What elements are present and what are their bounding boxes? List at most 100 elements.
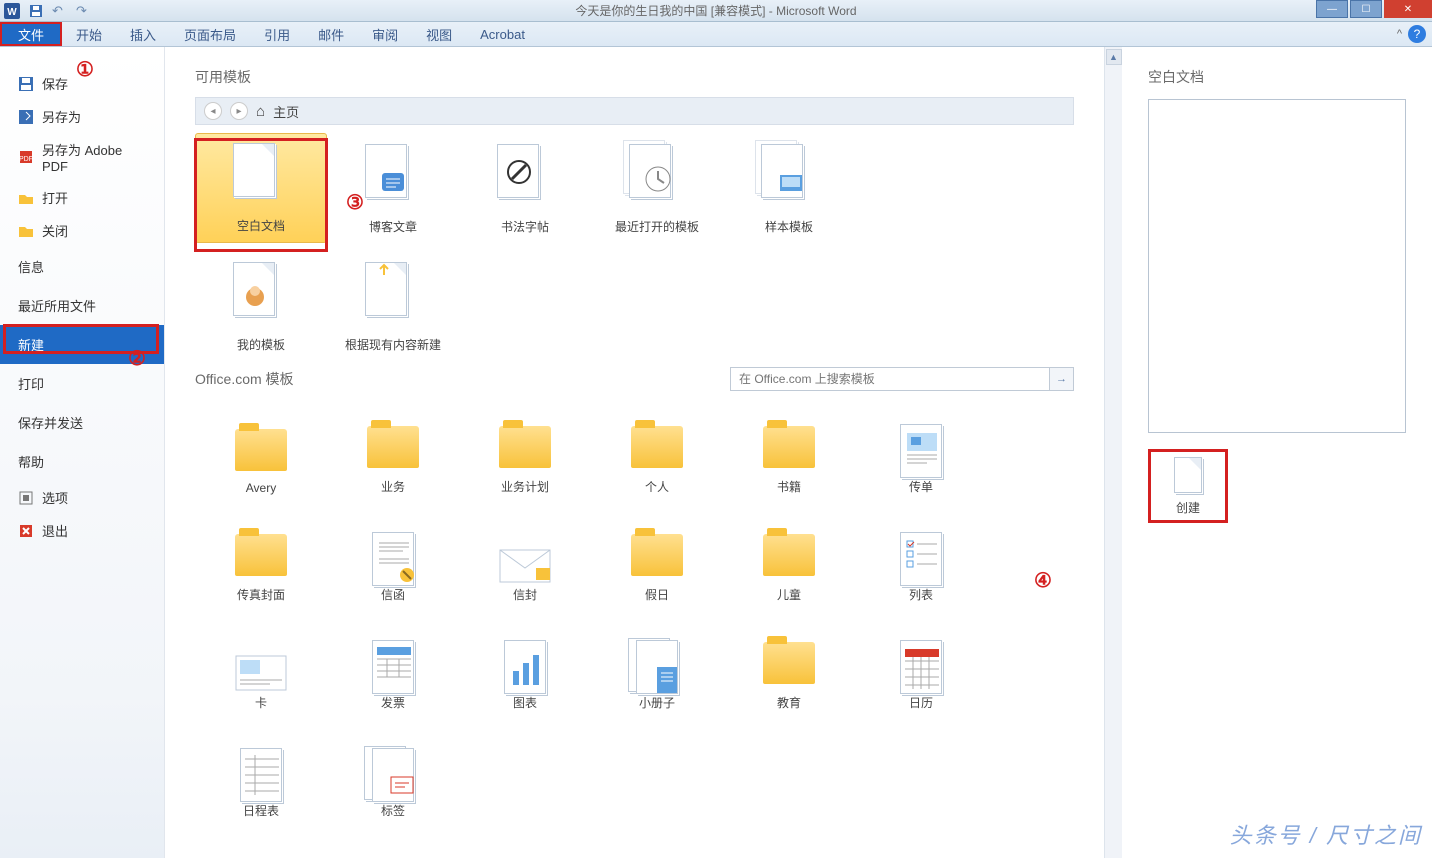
- tab-layout[interactable]: 页面布局: [170, 22, 250, 46]
- office-template-9[interactable]: 假日: [591, 503, 723, 611]
- backstage-sidebar: 保存 另存为 PDF另存为 Adobe PDF 打开 关闭 信息 最近所用文件 …: [0, 47, 165, 858]
- sidebar-label: 保存并发送: [18, 413, 83, 432]
- home-icon[interactable]: ⌂: [256, 103, 265, 120]
- office-template-12[interactable]: 卡: [195, 611, 327, 719]
- office-heading: Office.com 模板: [195, 369, 294, 389]
- tab-references[interactable]: 引用: [250, 22, 304, 46]
- ribbon-collapse-icon[interactable]: ^: [1397, 28, 1402, 40]
- search-go-button[interactable]: →: [1050, 367, 1074, 391]
- office-template-3[interactable]: 个人: [591, 395, 723, 503]
- office-template-19[interactable]: 标签: [327, 719, 459, 827]
- sidebar-label: 退出: [42, 521, 68, 540]
- office-template-10[interactable]: 儿童: [723, 503, 855, 611]
- sidebar-label: 保存: [42, 74, 68, 93]
- sidebar-info[interactable]: 信息: [0, 247, 164, 286]
- help-icon[interactable]: ?: [1408, 25, 1426, 43]
- office-template-0[interactable]: Avery: [195, 395, 327, 503]
- folder-icon: [235, 429, 287, 481]
- sidebar-exit[interactable]: 退出: [0, 514, 164, 547]
- template-blank[interactable]: 空白文档: [195, 133, 327, 243]
- template-blog[interactable]: 博客文章: [327, 133, 459, 243]
- office-templates-grid: Avery业务业务计划个人 书籍 传单传真封面 信函信封 假日儿童 列表卡 发票图表 小册子教…: [195, 395, 1074, 827]
- save-icon[interactable]: [28, 3, 44, 19]
- office-template-15[interactable]: 小册子: [591, 611, 723, 719]
- template-sample[interactable]: 样本模板: [723, 133, 855, 243]
- calendar-icon: [900, 640, 942, 694]
- sidebar-options[interactable]: 选项: [0, 481, 164, 514]
- chart-icon: [504, 640, 546, 694]
- tab-view[interactable]: 视图: [412, 22, 466, 46]
- sidebar-label: 另存为: [42, 107, 81, 126]
- search-input[interactable]: [730, 367, 1050, 391]
- word-icon: W: [4, 3, 20, 19]
- template-recent[interactable]: 最近打开的模板: [591, 133, 723, 243]
- nav-forward-button[interactable]: ▸: [230, 102, 248, 120]
- office-template-13[interactable]: 发票: [327, 611, 459, 719]
- template-label: 图表: [513, 694, 537, 711]
- blank-icon: [233, 143, 289, 207]
- schedule-icon: [240, 748, 282, 802]
- nav-back-button[interactable]: ◂: [204, 102, 222, 120]
- close-button[interactable]: ✕: [1384, 0, 1432, 18]
- office-template-8[interactable]: 信封: [459, 503, 591, 611]
- undo-icon[interactable]: ↶: [52, 3, 68, 19]
- sidebar-savesend[interactable]: 保存并发送: [0, 403, 164, 442]
- template-label: 根据现有内容新建: [345, 336, 441, 353]
- open-icon: [18, 190, 34, 206]
- office-template-7[interactable]: 信函: [327, 503, 459, 611]
- create-button[interactable]: 创建: [1148, 449, 1228, 523]
- pdf-icon: PDF: [18, 149, 34, 165]
- options-icon: [18, 490, 34, 506]
- scrollbar[interactable]: ▲: [1104, 47, 1122, 858]
- template-label: 个人: [645, 478, 669, 495]
- office-template-2[interactable]: 业务计划: [459, 395, 591, 503]
- sidebar-help[interactable]: 帮助: [0, 442, 164, 481]
- sidebar-recent[interactable]: 最近所用文件: [0, 286, 164, 325]
- office-template-17[interactable]: 日历: [855, 611, 987, 719]
- folder-icon: [499, 426, 551, 478]
- office-template-18[interactable]: 日程表: [195, 719, 327, 827]
- mytmpl-icon: [233, 262, 289, 326]
- tab-insert[interactable]: 插入: [116, 22, 170, 46]
- template-label: 列表: [909, 586, 933, 603]
- window-controls: — ☐ ✕: [1316, 0, 1432, 18]
- sidebar-savepdf[interactable]: PDF另存为 Adobe PDF: [0, 133, 164, 181]
- ribbon-tabs: 文件 开始 插入 页面布局 引用 邮件 审阅 视图 Acrobat ^ ?: [0, 22, 1432, 47]
- window-title: 今天是你的生日我的中国 [兼容模式] - Microsoft Word: [575, 2, 856, 19]
- office-template-11[interactable]: 列表: [855, 503, 987, 611]
- tab-file[interactable]: 文件: [0, 22, 62, 46]
- sidebar-open[interactable]: 打开: [0, 181, 164, 214]
- office-template-16[interactable]: 教育: [723, 611, 855, 719]
- list-icon: [900, 532, 942, 586]
- tab-acrobat[interactable]: Acrobat: [466, 22, 539, 46]
- redo-icon[interactable]: ↷: [76, 3, 92, 19]
- template-fromexisting[interactable]: 根据现有内容新建: [327, 251, 459, 361]
- office-template-1[interactable]: 业务: [327, 395, 459, 503]
- template-label: 卡: [255, 694, 267, 711]
- office-template-5[interactable]: 传单: [855, 395, 987, 503]
- tab-mail[interactable]: 邮件: [304, 22, 358, 46]
- office-template-6[interactable]: 传真封面: [195, 503, 327, 611]
- template-calligraphy[interactable]: 书法字帖: [459, 133, 591, 243]
- office-template-14[interactable]: 图表: [459, 611, 591, 719]
- scroll-up-button[interactable]: ▲: [1106, 49, 1122, 65]
- sidebar-save[interactable]: 保存: [0, 67, 164, 100]
- minimize-button[interactable]: —: [1316, 0, 1348, 18]
- template-mytmpl[interactable]: 我的模板: [195, 251, 327, 361]
- tab-home[interactable]: 开始: [62, 22, 116, 46]
- office-template-4[interactable]: 书籍: [723, 395, 855, 503]
- sidebar-close[interactable]: 关闭: [0, 214, 164, 247]
- sidebar-saveas[interactable]: 另存为: [0, 100, 164, 133]
- template-label: 儿童: [777, 586, 801, 603]
- sidebar-print[interactable]: 打印: [0, 364, 164, 403]
- templates-row-custom: 我的模板根据现有内容新建: [195, 251, 1074, 361]
- template-label: 书籍: [777, 478, 801, 495]
- sidebar-label: 最近所用文件: [18, 296, 96, 315]
- folder-icon: [763, 534, 815, 586]
- nav-home-label[interactable]: 主页: [273, 102, 299, 121]
- preview-document: [1148, 99, 1406, 433]
- maximize-button[interactable]: ☐: [1350, 0, 1382, 18]
- template-label: 信封: [513, 586, 537, 603]
- tab-review[interactable]: 审阅: [358, 22, 412, 46]
- template-label: 传真封面: [237, 586, 285, 603]
